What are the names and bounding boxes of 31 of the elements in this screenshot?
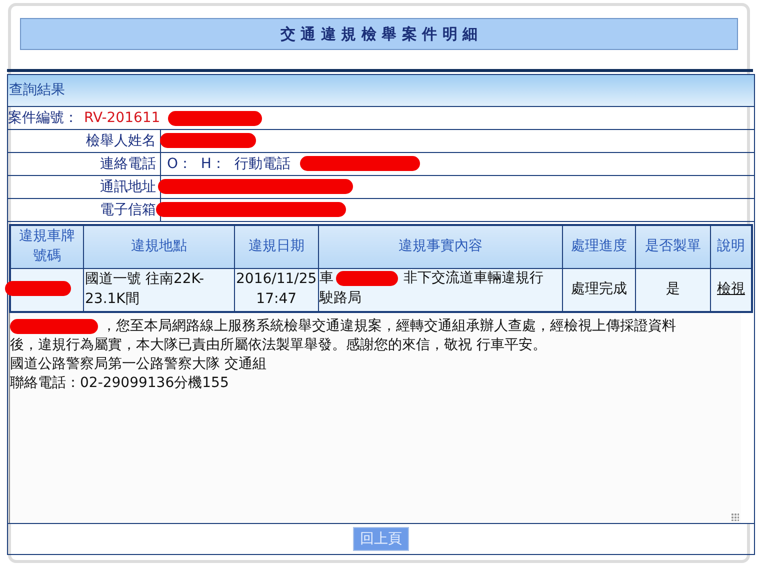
column-header: 是否製單: [636, 225, 710, 268]
table-cell: 是: [636, 268, 710, 312]
field-label: 連絡電話: [100, 155, 156, 173]
cell-text: 車: [320, 269, 334, 288]
column-header: 違規事實內容: [318, 225, 562, 268]
resize-grip-icon: [731, 513, 739, 521]
column-header: 違規車牌號碼: [10, 225, 84, 268]
redaction-mark: [5, 281, 71, 296]
page-title: 交 通 違 規 檢 舉 案 件 明 細: [20, 18, 738, 50]
message-line: 聯絡電話：02-29099136分機155: [10, 374, 230, 393]
case-number: RV-201611: [84, 110, 160, 126]
section-heading: 查詢結果: [8, 75, 754, 107]
message-line: ，您至本局網路線上服務系統檢舉交通違規案，經轉交通組承辦人查處，經檢視上傳採證資料: [102, 317, 676, 336]
table-cell: 國道一號 往南22K-23.1K間: [84, 268, 234, 312]
redaction-mark: [336, 271, 398, 286]
table-cell: 2016/11/25 17:47: [234, 268, 318, 312]
field-label: 案件編號：: [8, 109, 78, 127]
field-label: 檢舉人姓名: [86, 132, 156, 150]
column-header: 說明: [710, 225, 752, 268]
column-header: 違規地點: [84, 225, 234, 268]
column-header: 違規日期: [234, 225, 318, 268]
message-line: 國道公路警察局第一公路警察大隊 交通組: [10, 355, 268, 374]
message-line: 後，違規行為屬實，本大隊已責由所屬依法製單舉發。感謝您的來信，敬祝 行車平安。: [10, 336, 548, 355]
column-header: 處理進度: [562, 225, 636, 268]
field-label: 通訊地址: [100, 178, 156, 196]
cell-text: 非下交流道車輛違規行: [404, 269, 544, 288]
message-box[interactable]: ，您至本局網路線上服務系統檢舉交通違規案，經轉交通組承辦人查處，經檢視上傳採證資料 後，違規行為屬實，本大隊已責由所屬依法製單舉發。感謝您的來信，敬祝 行車平安。 國道公路警察局第一公路警察大隊 交通組 聯絡電話：02-29099136分機155: [9, 313, 753, 523]
field-value: O： H： 行動電話: [167, 155, 290, 173]
table-cell: 處理完成: [562, 268, 636, 312]
field-label: 電子信箱: [100, 201, 156, 219]
cell-text: 駛路局: [320, 290, 362, 306]
